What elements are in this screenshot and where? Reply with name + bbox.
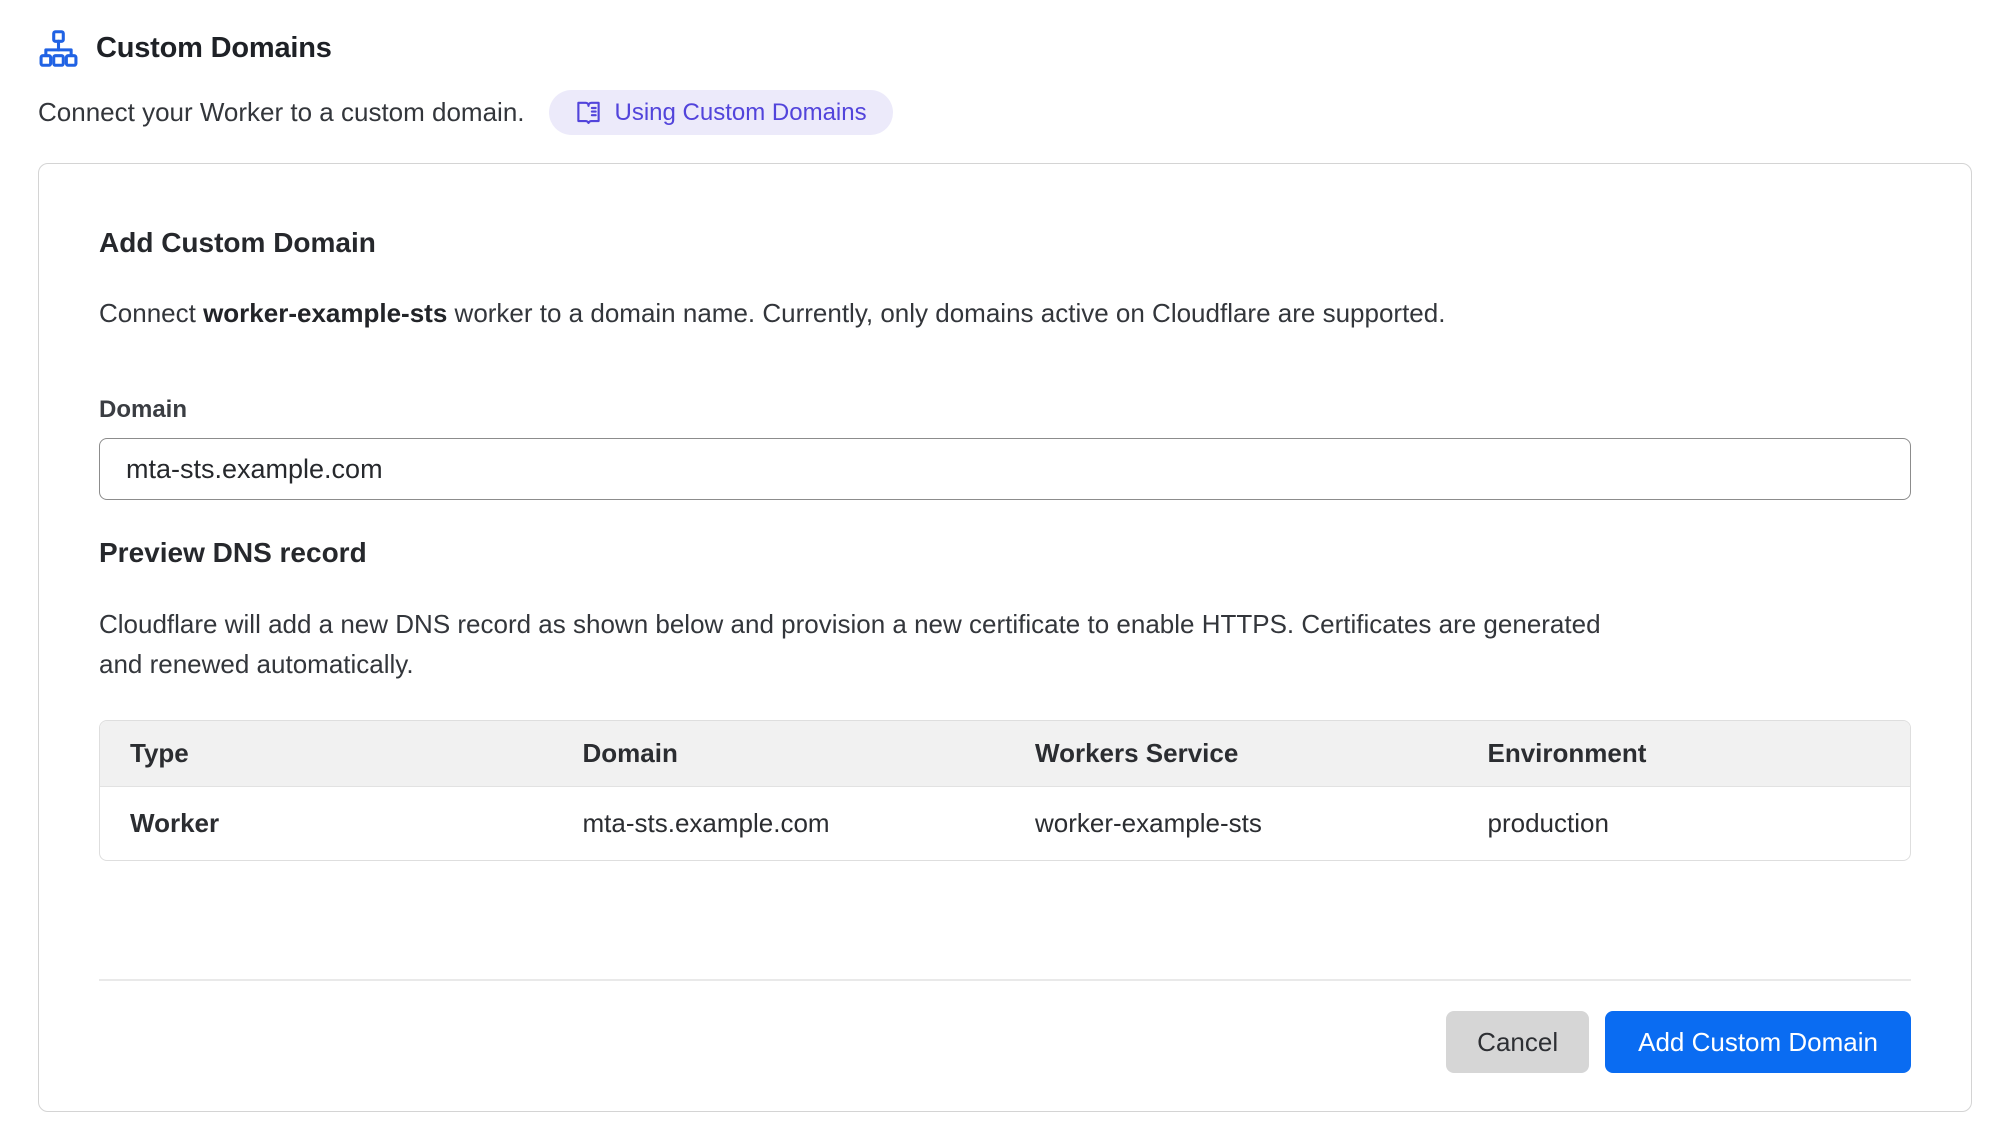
card-actions: Cancel Add Custom Domain — [99, 1011, 1911, 1073]
column-header-type: Type — [100, 721, 553, 786]
domain-input[interactable] — [99, 438, 1911, 500]
intro-text: Connect worker-example-sts worker to a d… — [99, 298, 1911, 328]
column-header-workers-service: Workers Service — [1005, 721, 1458, 786]
cell-workers-service: worker-example-sts — [1005, 787, 1458, 860]
column-header-domain: Domain — [553, 721, 1006, 786]
page-subtitle: Connect your Worker to a custom domain. — [38, 97, 525, 128]
table-header-row: Type Domain Workers Service Environment — [100, 721, 1910, 787]
add-custom-domain-card: Add Custom Domain Connect worker-example… — [38, 163, 1972, 1112]
preview-dns-description: Cloudflare will add a new DNS record as … — [99, 604, 1609, 684]
card-heading: Add Custom Domain — [99, 226, 1911, 260]
docs-link-label: Using Custom Domains — [615, 99, 867, 127]
column-header-environment: Environment — [1458, 721, 1911, 786]
page-title: Custom Domains — [96, 32, 332, 65]
cell-environment: production — [1458, 787, 1911, 860]
docs-link-badge[interactable]: Using Custom Domains — [549, 90, 893, 135]
add-custom-domain-button[interactable]: Add Custom Domain — [1605, 1011, 1911, 1073]
book-icon — [575, 99, 602, 126]
intro-prefix: Connect — [99, 298, 203, 328]
cell-type: Worker — [100, 787, 553, 860]
dns-preview-table: Type Domain Workers Service Environment … — [99, 720, 1911, 861]
worker-name: worker-example-sts — [203, 298, 447, 328]
custom-domains-page: Custom Domains Connect your Worker to a … — [0, 0, 1999, 1112]
cell-domain: mta-sts.example.com — [553, 787, 1006, 860]
page-header: Custom Domains — [38, 28, 1961, 69]
domain-field-label: Domain — [99, 396, 1911, 424]
cancel-button[interactable]: Cancel — [1446, 1011, 1589, 1073]
footer-divider — [99, 979, 1911, 981]
subtitle-row: Connect your Worker to a custom domain. … — [38, 90, 1961, 135]
intro-suffix: worker to a domain name. Currently, only… — [447, 298, 1445, 328]
sitemap-icon — [38, 28, 79, 69]
preview-dns-heading: Preview DNS record — [99, 536, 1911, 570]
table-row: Worker mta-sts.example.com worker-exampl… — [100, 787, 1910, 860]
